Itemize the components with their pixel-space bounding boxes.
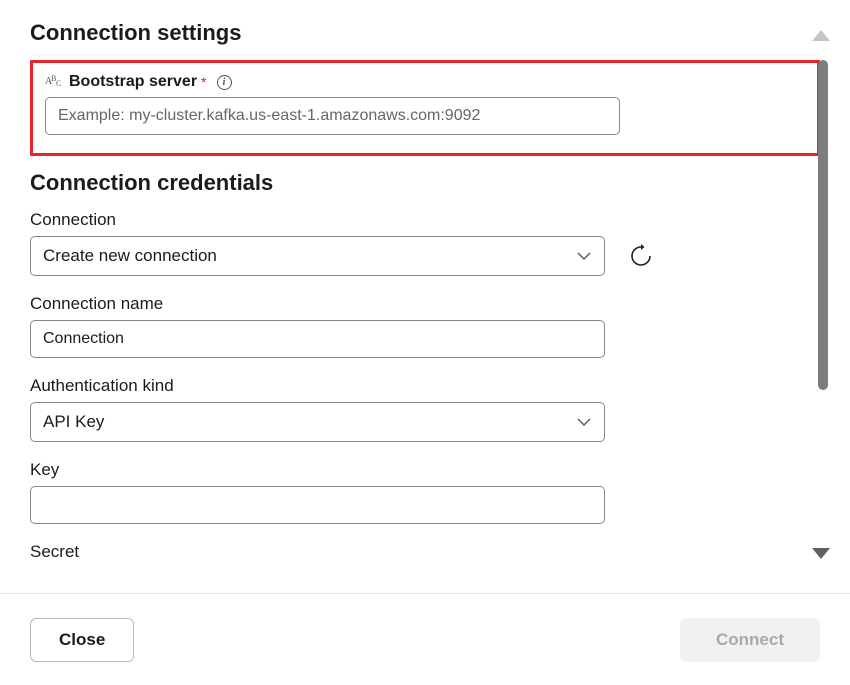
- connection-credentials-heading: Connection credentials: [30, 170, 820, 196]
- key-field: Key: [30, 460, 820, 524]
- auth-kind-label: Authentication kind: [30, 376, 820, 396]
- connection-name-label: Connection name: [30, 294, 820, 314]
- scroll-down-indicator[interactable]: [812, 548, 830, 559]
- key-label: Key: [30, 460, 820, 480]
- auth-kind-field: Authentication kind API Key: [30, 376, 820, 442]
- secret-field: Secret: [30, 542, 820, 562]
- triangle-down-icon: [812, 548, 830, 559]
- connection-select-value: Create new connection: [43, 246, 217, 266]
- connection-name-input[interactable]: [30, 320, 605, 358]
- bootstrap-label-row: A B C Bootstrap server * i: [45, 73, 805, 91]
- dialog-footer: Close Connect: [0, 593, 850, 685]
- info-icon[interactable]: i: [217, 75, 232, 90]
- required-indicator: *: [201, 74, 206, 90]
- refresh-icon: [629, 244, 653, 268]
- main-form-panel: Connection settings A B C Bootstrap serv…: [0, 0, 850, 580]
- scroll-up-indicator[interactable]: [812, 30, 830, 41]
- svg-text:C: C: [56, 79, 61, 87]
- connection-name-field: Connection name: [30, 294, 820, 358]
- connection-label: Connection: [30, 210, 820, 230]
- secret-label: Secret: [30, 542, 820, 562]
- text-type-icon: A B C: [45, 73, 63, 90]
- bootstrap-highlight-box: A B C Bootstrap server * i: [30, 60, 820, 156]
- bootstrap-server-input[interactable]: [45, 97, 620, 135]
- connect-button[interactable]: Connect: [680, 618, 820, 662]
- triangle-up-icon: [812, 30, 830, 41]
- connection-select[interactable]: Create new connection: [30, 236, 605, 276]
- close-button[interactable]: Close: [30, 618, 134, 662]
- connection-field: Connection Create new connection: [30, 210, 820, 276]
- connection-settings-heading: Connection settings: [30, 20, 820, 46]
- auth-kind-select-value: API Key: [43, 412, 104, 432]
- scrollbar-thumb[interactable]: [818, 60, 828, 390]
- auth-kind-select[interactable]: API Key: [30, 402, 605, 442]
- refresh-button[interactable]: [625, 240, 657, 272]
- bootstrap-label: Bootstrap server: [69, 73, 197, 91]
- key-input[interactable]: [30, 486, 605, 524]
